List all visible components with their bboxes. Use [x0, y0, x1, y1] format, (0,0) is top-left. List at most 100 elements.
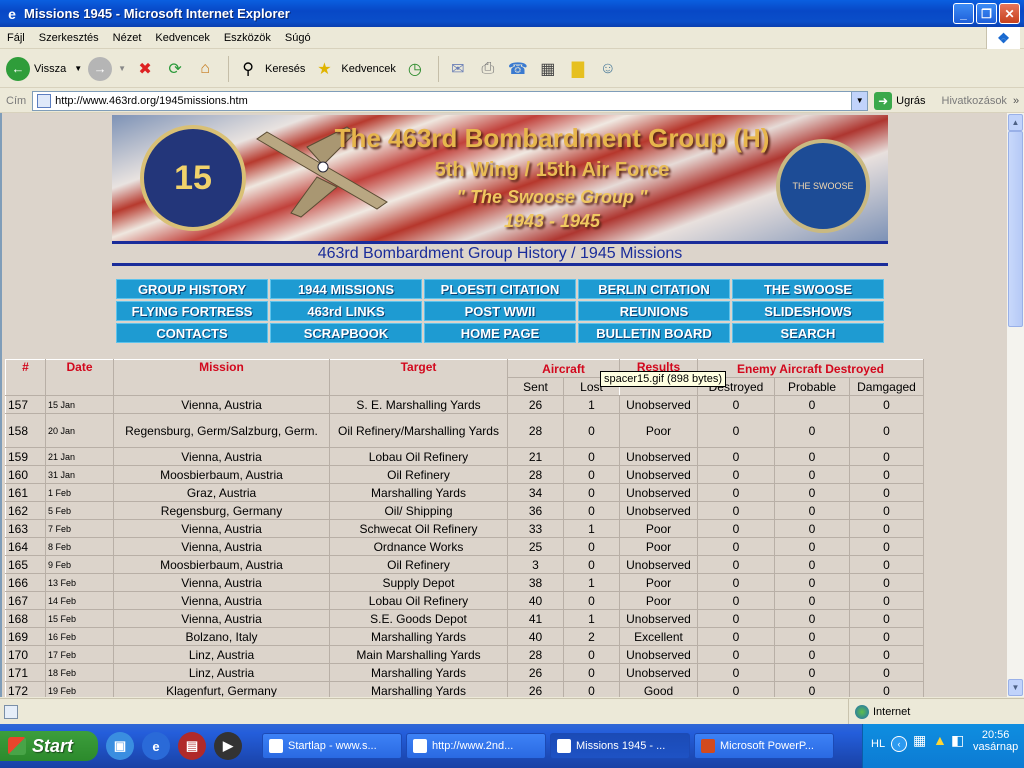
- links-toolbar[interactable]: Hivatkozások: [942, 95, 1007, 107]
- nav-home-page[interactable]: HOME PAGE: [424, 323, 576, 343]
- taskbar: Start ▣ e ▤ ▶ Startlap - www.s... http:/…: [0, 724, 1024, 768]
- internet-explorer-icon[interactable]: e: [142, 732, 170, 760]
- nav-463rd-links[interactable]: 463rd LINKS: [270, 301, 422, 321]
- cell-destroyed: 0: [697, 681, 775, 697]
- go-label: Ugrás: [896, 94, 926, 107]
- cell-damaged: 0: [849, 555, 924, 574]
- media-player-icon[interactable]: ▶: [214, 732, 242, 760]
- menu-tools[interactable]: Eszközök: [217, 32, 278, 44]
- menu-file[interactable]: Fájl: [0, 32, 32, 44]
- cell-probable: 0: [774, 447, 850, 466]
- favorites-button[interactable]: ★ Kedvencek: [311, 56, 396, 82]
- cell-damaged: 0: [849, 501, 924, 520]
- cell-number: 166: [5, 573, 46, 592]
- scroll-thumb[interactable]: [1008, 131, 1023, 327]
- search-button[interactable]: ⚲ Keresés: [235, 56, 305, 82]
- cell-probable: 0: [774, 645, 850, 664]
- chevron-down-icon[interactable]: ▼: [851, 91, 868, 110]
- warning-icon[interactable]: ▲: [933, 732, 947, 748]
- address-url[interactable]: http://www.463rd.org/1945missions.htm: [55, 95, 851, 107]
- cell-lost: 1: [563, 395, 620, 414]
- menu-bar: Fájl Szerkesztés Nézet Kedvencek Eszközö…: [0, 27, 1024, 49]
- nav-group-history[interactable]: GROUP HISTORY: [116, 279, 268, 299]
- nav-flying-fortress[interactable]: FLYING FORTRESS: [116, 301, 268, 321]
- vertical-scrollbar[interactable]: ▲ ▼: [1007, 113, 1024, 697]
- task-startlap[interactable]: Startlap - www.s...: [262, 733, 402, 759]
- maximize-button[interactable]: ❐: [976, 3, 997, 24]
- forward-button[interactable]: → ▼: [88, 56, 126, 81]
- cell-mission: Vienna, Austria: [113, 447, 330, 466]
- cell-probable: 0: [774, 663, 850, 682]
- cell-number: 169: [5, 627, 46, 646]
- nav-berlin-citation[interactable]: BERLIN CITATION: [578, 279, 730, 299]
- cell-damaged: 0: [849, 681, 924, 697]
- nav-the-swoose[interactable]: THE SWOOSE: [732, 279, 884, 299]
- scroll-up-icon[interactable]: ▲: [1008, 114, 1023, 131]
- scroll-down-icon[interactable]: ▼: [1008, 679, 1023, 696]
- cell-probable: 0: [774, 483, 850, 502]
- mail-icon[interactable]: ✉: [445, 56, 471, 82]
- cell-lost: 2: [563, 627, 620, 646]
- cell-result: Unobserved: [619, 501, 698, 520]
- cell-destroyed: 0: [697, 519, 775, 538]
- chevron-down-icon[interactable]: ▼: [118, 64, 126, 73]
- cell-result: Poor: [619, 519, 698, 538]
- clock[interactable]: 20:56 vasárnap: [973, 729, 1018, 753]
- note-icon[interactable]: ▇: [565, 56, 591, 82]
- cell-damaged: 0: [849, 573, 924, 592]
- nav-bulletin-board[interactable]: BULLETIN BOARD: [578, 323, 730, 343]
- cell-sent: 40: [507, 591, 564, 610]
- address-input[interactable]: http://www.463rd.org/1945missions.htm ▼: [32, 90, 869, 111]
- table-row: 161 1 Feb Graz, Austria Marshalling Yards 34…: [5, 483, 924, 502]
- cell-target: S.E. Goods Depot: [329, 609, 508, 628]
- language-indicator[interactable]: HL: [871, 738, 885, 750]
- cell-lost: 1: [563, 609, 620, 628]
- nav-scrapbook[interactable]: SCRAPBOOK: [270, 323, 422, 343]
- menu-help[interactable]: Súgó: [278, 32, 318, 44]
- print-icon[interactable]: ⎙: [475, 56, 501, 82]
- status-bar: Internet: [0, 698, 1024, 725]
- minimize-button[interactable]: _: [953, 3, 974, 24]
- menu-edit[interactable]: Szerkesztés: [32, 32, 106, 44]
- nav-slideshows[interactable]: SLIDESHOWS: [732, 301, 884, 321]
- task-powerpoint[interactable]: Microsoft PowerP...: [694, 733, 834, 759]
- nav-contacts[interactable]: CONTACTS: [116, 323, 268, 343]
- cell-damaged: 0: [849, 591, 924, 610]
- nav-1944-missions[interactable]: 1944 MISSIONS: [270, 279, 422, 299]
- cell-mission: Bolzano, Italy: [113, 627, 330, 646]
- history-icon[interactable]: ◷: [402, 56, 428, 82]
- back-arrow-icon: ←: [6, 56, 30, 81]
- task-2nd[interactable]: http://www.2nd...: [406, 733, 546, 759]
- refresh-icon[interactable]: ⟳: [162, 56, 188, 82]
- messenger-icon[interactable]: ☎: [505, 56, 531, 82]
- edit-icon[interactable]: ▦: [535, 56, 561, 82]
- nav-reunions[interactable]: REUNIONS: [578, 301, 730, 321]
- chevron-right-icon[interactable]: »: [1013, 95, 1019, 107]
- chevron-down-icon[interactable]: ▼: [74, 64, 82, 73]
- task-missions-1945[interactable]: Missions 1945 - ...: [550, 733, 690, 759]
- cell-target: Schwecat Oil Refinery: [329, 519, 508, 538]
- go-button[interactable]: ➜ Ugrás: [874, 91, 926, 110]
- home-icon[interactable]: ⌂: [192, 56, 218, 82]
- cell-lost: 0: [563, 591, 620, 610]
- stop-icon[interactable]: ✖: [132, 56, 158, 82]
- menu-view[interactable]: Nézet: [106, 32, 149, 44]
- speaker-icon[interactable]: ◧: [951, 732, 964, 749]
- col-target: Target: [329, 359, 508, 396]
- cell-mission: Klagenfurt, Germany: [113, 681, 330, 697]
- close-button[interactable]: ✕: [999, 3, 1020, 24]
- menu-favorites[interactable]: Kedvencek: [148, 32, 216, 44]
- network-icon[interactable]: ▦: [913, 732, 926, 749]
- show-desktop-icon[interactable]: ▣: [106, 732, 134, 760]
- cell-number: 159: [5, 447, 46, 466]
- nav-search[interactable]: SEARCH: [732, 323, 884, 343]
- chevron-left-icon[interactable]: ‹: [891, 736, 907, 752]
- cell-date: 15 Feb: [45, 609, 114, 628]
- contacts-icon[interactable]: ☺: [595, 56, 621, 82]
- nav-post-wwii[interactable]: POST WWII: [424, 301, 576, 321]
- start-button[interactable]: Start: [0, 731, 98, 761]
- back-button[interactable]: ← Vissza ▼: [6, 56, 82, 81]
- nav-ploesti-citation[interactable]: PLOESTI CITATION: [424, 279, 576, 299]
- cell-sent: 38: [507, 573, 564, 592]
- flag-app-icon[interactable]: ▤: [178, 732, 206, 760]
